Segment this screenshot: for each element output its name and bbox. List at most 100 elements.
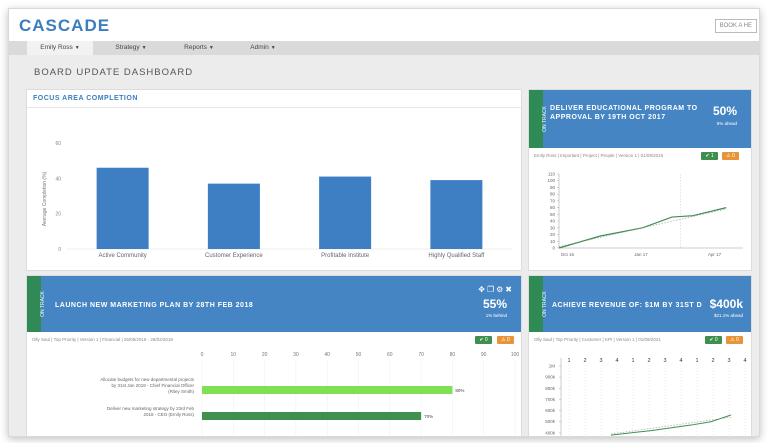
y-tick-label: 60 bbox=[550, 205, 556, 210]
y-tick-label: 70 bbox=[550, 198, 556, 203]
chevron-down-icon: ▼ bbox=[208, 45, 214, 51]
x-tick-label: 80 bbox=[450, 352, 456, 358]
quarter-label: 2 bbox=[583, 358, 586, 364]
top-bar: CASCADE BOOK A HE bbox=[9, 9, 759, 41]
goal-delta: 1% behind bbox=[485, 313, 507, 318]
bar bbox=[319, 176, 372, 249]
copy-icon[interactable]: ❐ bbox=[487, 285, 496, 294]
y-tick-label: 1M bbox=[549, 364, 556, 369]
status-label: ON TRACK bbox=[541, 106, 548, 132]
checks-badge[interactable]: ✔ 0 bbox=[705, 336, 722, 344]
checks-badge[interactable]: ✔ 0 bbox=[475, 336, 492, 344]
value-label: 70% bbox=[424, 414, 433, 419]
x-tick-label: 100 bbox=[511, 352, 520, 358]
y-tick-label: 30 bbox=[550, 225, 556, 230]
panel-title: FOCUS AREA COMPLETION bbox=[27, 90, 521, 108]
x-tick-label: 90 bbox=[481, 352, 487, 358]
nav-label: Admin bbox=[250, 44, 269, 51]
cascade-logo[interactable]: CASCADE bbox=[19, 16, 110, 36]
category-label: Allocate budgets for new departmental pr… bbox=[100, 377, 195, 382]
quarter-label: 3 bbox=[727, 358, 730, 364]
warnings-badge[interactable]: ⚠ 0 bbox=[497, 336, 514, 344]
category-label: (Riley Smith) bbox=[168, 389, 194, 394]
y-tick-label: 100 bbox=[547, 178, 555, 183]
nav-item-strategy[interactable]: Strategy ▼ bbox=[101, 41, 161, 55]
y-tick-label: 40 bbox=[550, 219, 556, 224]
quarter-label: 1 bbox=[567, 358, 570, 364]
on-track-badge: ON TRACK bbox=[529, 90, 548, 148]
category-label: 2018 - CEO (Emily Ross) bbox=[143, 412, 194, 417]
main-nav: Emily Ross ▼ Strategy ▼ Reports ▼ Admin ▼ bbox=[9, 41, 759, 55]
y-tick-label: 0 bbox=[58, 247, 61, 253]
category-label: Customer Experience bbox=[205, 253, 263, 259]
check-count: 0 bbox=[484, 337, 488, 343]
category-label: Highly Qualified Staff bbox=[428, 253, 484, 259]
category-label: Active Community bbox=[98, 253, 146, 259]
status-label: ON TRACK bbox=[39, 291, 46, 317]
goal-delta: 5% ahead bbox=[716, 121, 737, 126]
category-label: by 31st Jan 2018 - Chief Financial Offic… bbox=[112, 383, 195, 388]
quarter-label: 4 bbox=[615, 358, 618, 364]
sub-goal-progress-chart: 0 10 20 30 40 50 60 70 80 90 100 Allocate budgets f… bbox=[100, 352, 520, 436]
y-tick-label: 800k bbox=[545, 386, 556, 391]
warning-count: 0 bbox=[507, 337, 510, 343]
close-icon[interactable]: ✖ bbox=[505, 285, 514, 294]
x-tick-label: 10 bbox=[231, 352, 237, 358]
focus-area-chart: Average Completion (%) 0 20 40 60 Active Com… bbox=[42, 141, 512, 259]
goal-value: $400k bbox=[709, 297, 743, 311]
y-tick-label: 20 bbox=[55, 212, 61, 218]
education-goal-panel: ON TRACK DELIVER EDUCATIONAL PROGRAM TO … bbox=[528, 89, 752, 271]
y-tick-label: 90 bbox=[550, 185, 556, 190]
x-tick-label: 20 bbox=[262, 352, 268, 358]
check-count: 0 bbox=[714, 337, 718, 343]
nav-label: Reports bbox=[184, 44, 207, 51]
warnings-badge[interactable]: ⚠ 0 bbox=[726, 336, 743, 344]
bar bbox=[430, 180, 483, 249]
x-tick-label: 70 bbox=[418, 352, 424, 358]
bar bbox=[96, 167, 149, 249]
quarter-label: 3 bbox=[663, 358, 666, 364]
y-tick-label: 110 bbox=[548, 172, 556, 177]
y-tick-label: 400k bbox=[545, 430, 556, 435]
goal-percent: 55% bbox=[482, 297, 507, 311]
book-demo-button[interactable]: BOOK A HE bbox=[714, 19, 757, 33]
goal-header: ON TRACK LAUNCH NEW MARKETING PLAN BY 28… bbox=[27, 276, 521, 332]
warning-count: 0 bbox=[736, 337, 739, 343]
warning-count: 0 bbox=[732, 153, 735, 159]
nav-item-admin[interactable]: Admin ▼ bbox=[233, 41, 293, 55]
quarter-label: 1 bbox=[695, 358, 698, 364]
y-axis-label: Average Completion (%) bbox=[42, 171, 48, 226]
warnings-badge[interactable]: ⚠ 0 bbox=[722, 152, 739, 160]
goal-meta: Emily Ross | Important | Project | Peopl… bbox=[534, 153, 664, 158]
y-tick-label: 600k bbox=[545, 408, 556, 413]
y-tick-label: 10 bbox=[550, 239, 556, 244]
move-icon[interactable]: ✥ bbox=[478, 285, 487, 294]
quarter-label: 4 bbox=[679, 358, 682, 364]
on-track-badge: ON TRACK bbox=[27, 276, 46, 332]
goal-meta: Olly Saul | Top Priority | Version 1 | F… bbox=[32, 337, 173, 342]
chevron-down-icon: ▼ bbox=[270, 45, 276, 51]
nav-item-user[interactable]: Emily Ross ▼ bbox=[27, 41, 93, 55]
check-count: 1 bbox=[710, 153, 714, 159]
category-label: Profitable Institute bbox=[321, 253, 370, 259]
category-label: Deliver new marketing strategy by 23rd F… bbox=[107, 406, 195, 411]
x-tick-label: Oct 16 bbox=[561, 252, 575, 257]
gear-icon[interactable]: ⚙ bbox=[496, 285, 505, 294]
goal-title: ACHIEVE REVENUE OF: $1M BY 31ST DE bbox=[552, 302, 702, 309]
y-tick-label: 700k bbox=[545, 397, 556, 402]
x-tick-label: 0 bbox=[201, 352, 204, 358]
chevron-down-icon: ▼ bbox=[141, 45, 147, 51]
y-tick-label: 50 bbox=[550, 212, 556, 217]
status-label: ON TRACK bbox=[541, 291, 548, 317]
bar bbox=[202, 386, 453, 394]
goal-title: DELIVER EDUCATIONAL PROGRAM TO APPROVAL … bbox=[550, 105, 698, 121]
education-progress-chart: 0102030405060708090100110Oct 16 Jan 17 Apr… bbox=[547, 172, 743, 257]
x-tick-label: 50 bbox=[356, 352, 362, 358]
bar bbox=[207, 183, 260, 249]
goal-header: ON TRACK ACHIEVE REVENUE OF: $1M BY 31ST… bbox=[529, 276, 751, 332]
app-window: CASCADE BOOK A HE Emily Ross ▼ Strategy ▼ … bbox=[8, 8, 760, 437]
y-tick-label: 40 bbox=[55, 176, 61, 182]
nav-item-reports[interactable]: Reports ▼ bbox=[169, 41, 229, 55]
goal-title: LAUNCH NEW MARKETING PLAN BY 28TH FEB 20… bbox=[55, 302, 254, 309]
checks-badge[interactable]: ✔ 1 bbox=[701, 152, 718, 160]
